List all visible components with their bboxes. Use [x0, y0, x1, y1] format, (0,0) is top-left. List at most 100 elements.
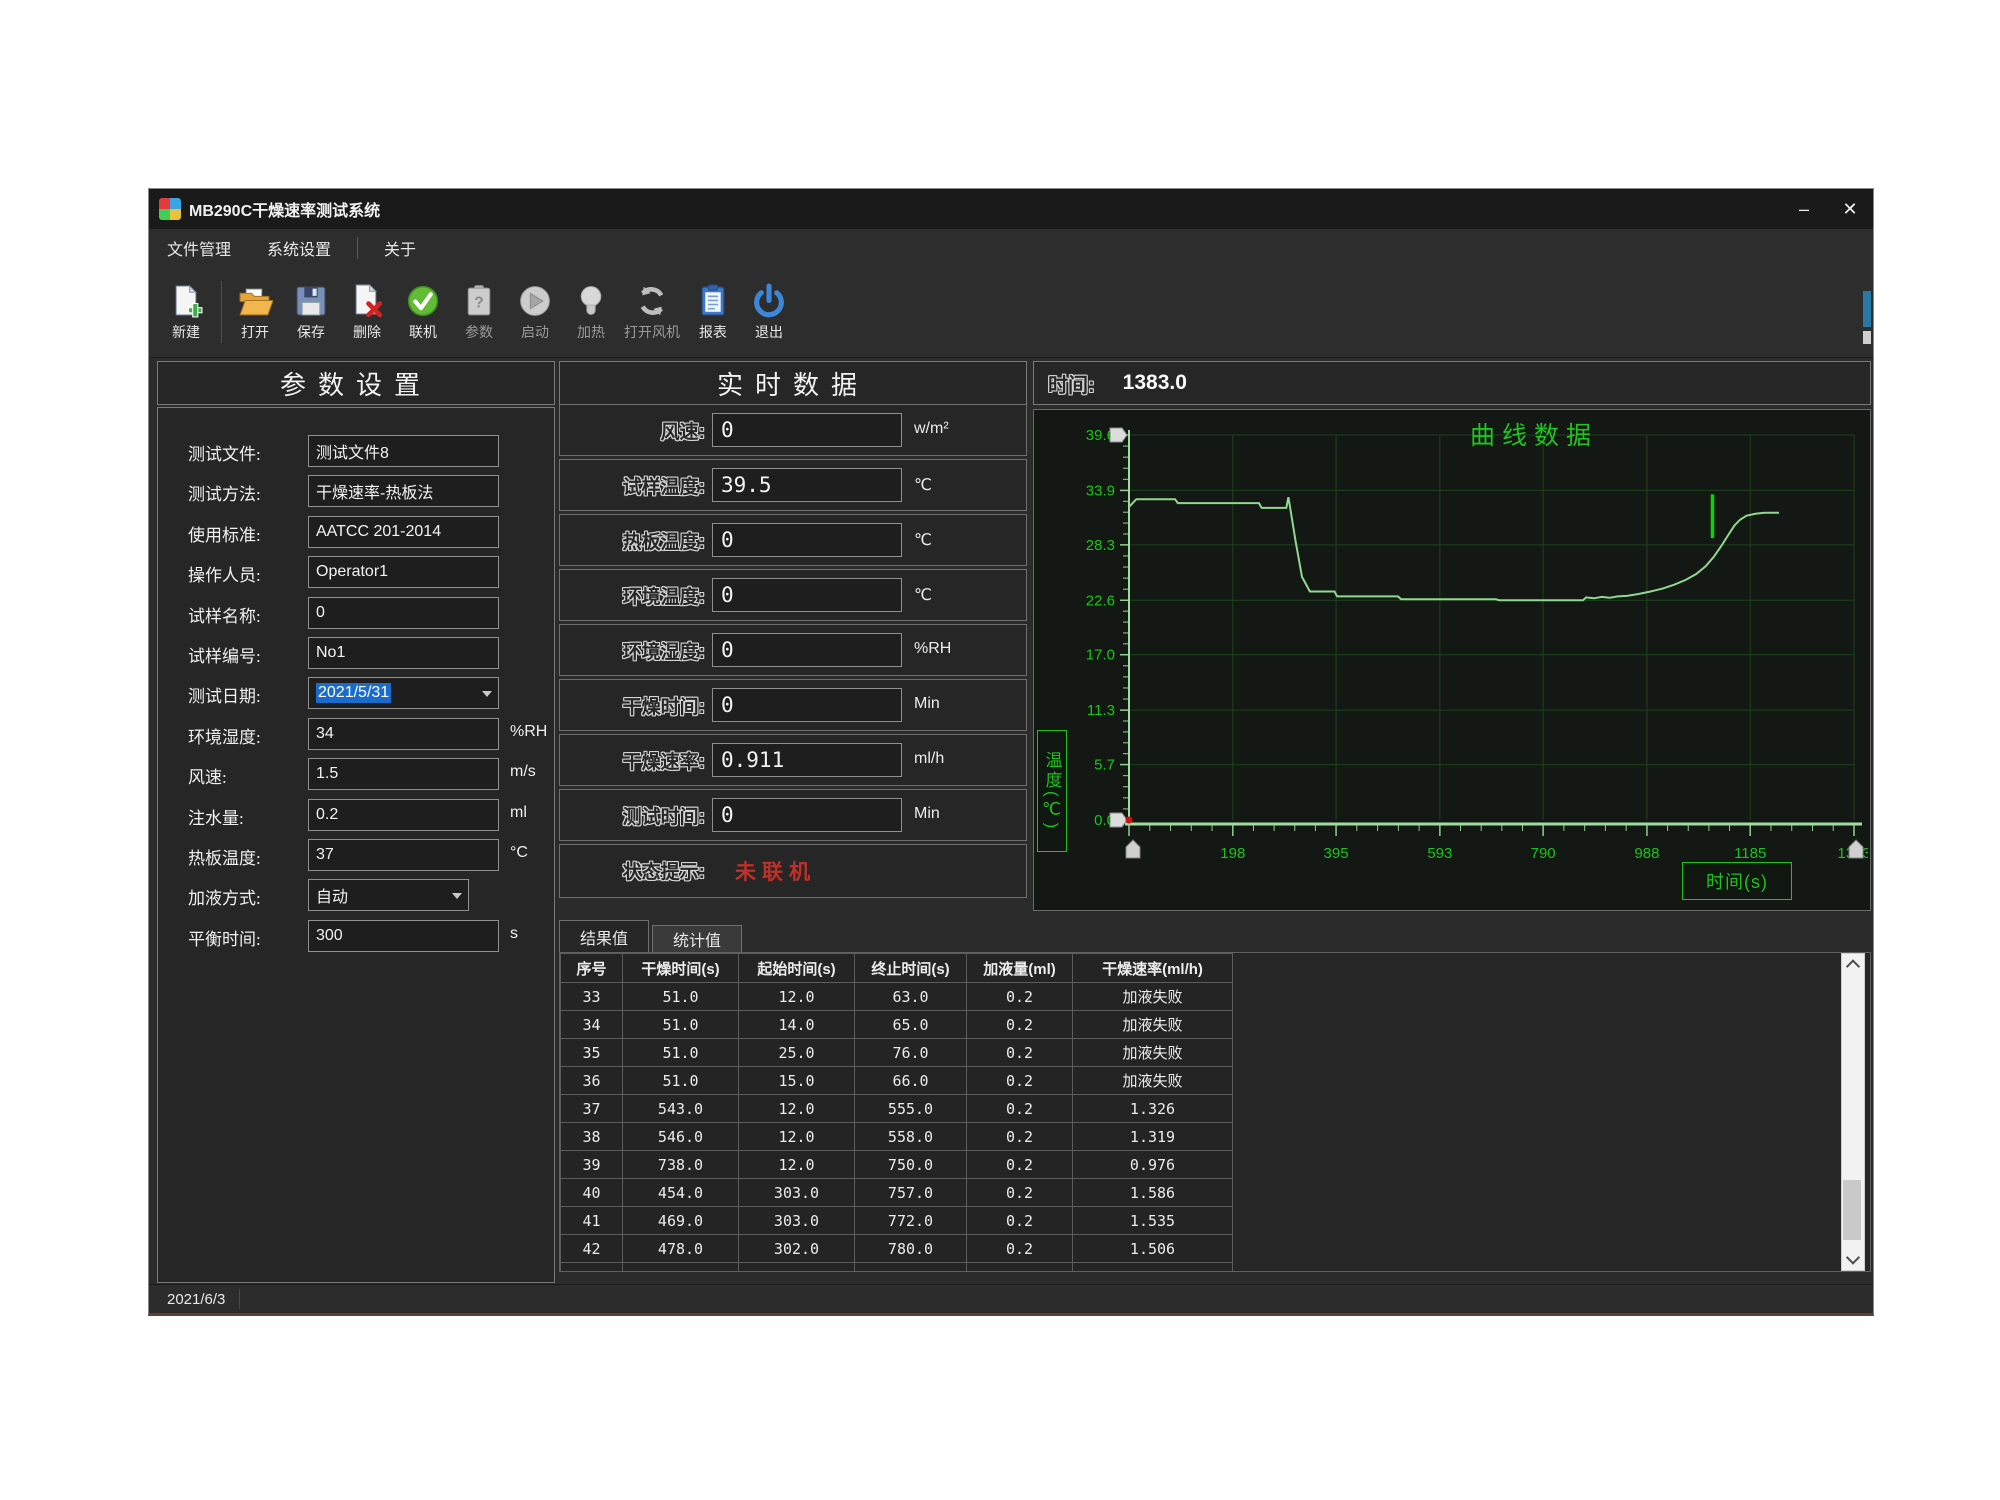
param-label: 测试方法: — [188, 480, 261, 505]
clipped-toolbar-item — [1863, 291, 1871, 327]
tab-statistics[interactable]: 统计值 — [652, 925, 742, 952]
svg-text:790: 790 — [1531, 845, 1556, 862]
results-table[interactable]: 序号干燥时间(s)起始时间(s)终止时间(s)加液量(ml)干燥速率(ml/h)… — [560, 953, 1233, 1272]
realtime-unit: Min — [914, 695, 940, 713]
param-row: 平衡时间:300s — [158, 920, 554, 952]
table-cell: 0.2 — [967, 1235, 1073, 1263]
table-cell: 738.0 — [623, 1151, 739, 1179]
realtime-row: 环境温度:0℃ — [559, 569, 1027, 621]
table-row[interactable]: 3451.014.065.00.2加液失败 — [561, 1011, 1233, 1039]
toolbar-button-online[interactable]: 联机 — [400, 283, 446, 342]
window-title: MB290C干燥速率测试系统 — [189, 197, 380, 221]
close-button[interactable]: ✕ — [1827, 189, 1873, 229]
realtime-label: 风速: — [560, 417, 705, 444]
table-header-cell: 加液量(ml) — [967, 954, 1073, 983]
param-input[interactable]: No1 — [308, 637, 499, 669]
toolbar-button-exit[interactable]: 退出 — [746, 283, 792, 342]
table-cell: 38 — [561, 1123, 623, 1151]
table-cell: 0.2 — [967, 1067, 1073, 1095]
toolbar-button-delete[interactable]: 删除 — [344, 283, 390, 342]
table-cell: 0.2 — [967, 1039, 1073, 1067]
table-row[interactable]: 38546.012.0558.00.21.319 — [561, 1123, 1233, 1151]
results-tabs: 结果值统计值 — [559, 919, 1869, 953]
svg-text:33.9: 33.9 — [1086, 482, 1115, 499]
table-cell: 558.0 — [855, 1123, 967, 1151]
table-cell: 34 — [561, 1011, 623, 1039]
heat-icon — [573, 283, 609, 319]
status-bar: 2021/6/3 — [149, 1284, 1873, 1313]
table-row[interactable]: 3351.012.063.00.2加液失败 — [561, 983, 1233, 1011]
tab-results[interactable]: 结果值 — [559, 920, 649, 953]
table-row[interactable]: 41469.0303.0772.00.21.535 — [561, 1207, 1233, 1235]
time-label: 时间: — [1048, 369, 1095, 398]
table-cell: 65.0 — [855, 1011, 967, 1039]
svg-text:曲线数据: 曲线数据 — [1470, 422, 1598, 450]
param-date-picker[interactable]: 2021/5/31 — [308, 677, 499, 709]
chevron-down-icon[interactable] — [452, 893, 462, 899]
param-input[interactable]: Operator1 — [308, 556, 499, 588]
table-header-cell: 序号 — [561, 954, 623, 983]
menu-item-3[interactable]: 关于 — [384, 236, 416, 260]
realtime-label: 环境温度: — [560, 582, 705, 609]
table-row[interactable]: 37543.012.0555.00.21.326 — [561, 1095, 1233, 1123]
table-row[interactable]: 3551.025.076.00.2加液失败 — [561, 1039, 1233, 1067]
table-cell: 1.506 — [1073, 1235, 1233, 1263]
param-input[interactable]: 0 — [308, 597, 499, 629]
x-axis-label[interactable]: 时间(s) — [1682, 862, 1792, 900]
chevron-down-icon[interactable] — [482, 691, 492, 697]
param-row: 操作人员:Operator1 — [158, 556, 554, 588]
realtime-value-box: 0 — [712, 688, 902, 722]
param-input[interactable]: 干燥速率-热板法 — [308, 475, 499, 507]
param-input[interactable]: 0.2 — [308, 799, 499, 831]
toolbar-button-report[interactable]: 报表 — [690, 283, 736, 342]
scroll-up-icon[interactable] — [1842, 954, 1864, 976]
param-value: 干燥速率-热板法 — [316, 479, 433, 503]
table-cell: 加液失败 — [1073, 1011, 1233, 1039]
param-input[interactable]: AATCC 201-2014 — [308, 516, 499, 548]
report-icon — [695, 283, 731, 319]
minimize-button[interactable]: – — [1781, 189, 1827, 229]
toolbar-button-fan: 打开风机 — [624, 283, 680, 342]
toolbar-label: 保存 — [297, 322, 325, 342]
table-row[interactable]: 3651.015.066.00.2加液失败 — [561, 1067, 1233, 1095]
clipped-toolbar-item-2 — [1863, 331, 1871, 344]
table-cell: 0.2 — [967, 983, 1073, 1011]
menu-item-1[interactable]: 文件管理 — [167, 236, 231, 260]
toolbar-button-open[interactable]: 打开 — [232, 283, 278, 342]
param-input[interactable]: 测试文件8 — [308, 435, 499, 467]
menu-item-2[interactable]: 系统设置 — [267, 236, 331, 260]
svg-text:11.3: 11.3 — [1087, 702, 1115, 719]
table-cell: 37 — [561, 1095, 623, 1123]
table-row[interactable]: 43790.0302.01092.00.20.911 — [561, 1263, 1233, 1273]
table-cell: 454.0 — [623, 1179, 739, 1207]
scrollbar-thumb[interactable] — [1843, 1180, 1861, 1240]
param-input[interactable]: 1.5 — [308, 758, 499, 790]
svg-text:22.6: 22.6 — [1086, 592, 1115, 609]
realtime-value: 0 — [721, 638, 734, 662]
scroll-down-icon[interactable] — [1842, 1248, 1864, 1270]
realtime-panel-header: 实时数据 — [559, 361, 1027, 405]
status-label: 状态提示: — [560, 857, 705, 884]
table-cell: 0.2 — [967, 1263, 1073, 1273]
realtime-value: 0 — [721, 693, 734, 717]
table-row[interactable]: 39738.012.0750.00.20.976 — [561, 1151, 1233, 1179]
table-row[interactable]: 40454.0303.0757.00.21.586 — [561, 1179, 1233, 1207]
param-input[interactable]: 37 — [308, 839, 499, 871]
table-row[interactable]: 42478.0302.0780.00.21.506 — [561, 1235, 1233, 1263]
params-panel-body: 测试文件:测试文件8测试方法:干燥速率-热板法使用标准:AATCC 201-20… — [157, 407, 555, 1283]
table-header-cell: 起始时间(s) — [739, 954, 855, 983]
param-input[interactable]: 34 — [308, 718, 499, 750]
table-scrollbar[interactable] — [1841, 953, 1865, 1271]
svg-text:988: 988 — [1634, 845, 1659, 862]
title-bar: MB290C干燥速率测试系统 – ✕ — [149, 189, 1873, 229]
realtime-row: 试样温度:39.5℃ — [559, 459, 1027, 511]
param-input[interactable]: 300 — [308, 920, 499, 952]
param-combo[interactable]: 自动 — [308, 879, 469, 911]
realtime-unit: ℃ — [914, 530, 932, 550]
param-row: 测试日期:2021/5/31 — [158, 677, 554, 709]
toolbar-button-save[interactable]: 保存 — [288, 283, 334, 342]
realtime-value-box: 0.911 — [712, 743, 902, 777]
toolbar-button-new[interactable]: 新建 — [163, 283, 209, 342]
param-value: 自动 — [316, 883, 348, 907]
realtime-unit: w/m² — [914, 420, 949, 438]
